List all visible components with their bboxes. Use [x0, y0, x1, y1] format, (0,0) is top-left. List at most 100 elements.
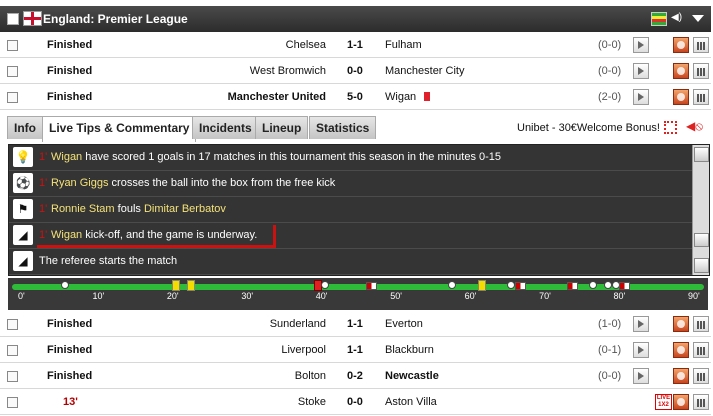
commentary-fragment: The referee starts the match	[39, 255, 178, 267]
match-checkbox[interactable]	[7, 319, 18, 330]
player-name[interactable]: Wigan	[51, 151, 82, 163]
sub-event-icon	[365, 282, 377, 290]
whistle-icon: ◢	[13, 251, 33, 271]
commentary-row: ⚽ 1' Ryan Giggs crosses the ball into the …	[9, 171, 693, 197]
match-row[interactable]: Finished Sunderland 1-1 Everton (1-0)	[0, 311, 711, 337]
tab-live-tips-commentary[interactable]: Live Tips & Commentary	[42, 116, 197, 142]
league-title: England: Premier League	[43, 12, 188, 26]
live-tv-icon[interactable]	[673, 37, 689, 53]
play-button-icon[interactable]	[633, 342, 649, 358]
goal-event-icon	[447, 281, 456, 289]
match-row[interactable]: Finished Bolton 0-2 Newcastle (0-0)	[0, 363, 711, 389]
away-team-name: Newcastle	[385, 370, 439, 382]
timeline-tick: 50'	[390, 291, 402, 301]
match-checkbox[interactable]	[7, 397, 18, 408]
timeline-tick: 60'	[464, 291, 477, 301]
live-tv-icon[interactable]	[673, 63, 689, 79]
home-team[interactable]: Sunderland	[270, 318, 326, 330]
live-odds-icon[interactable]: LIVE 1X2	[655, 394, 672, 410]
scroll-up-icon[interactable]	[694, 147, 709, 162]
live-tv-icon[interactable]	[673, 394, 689, 410]
match-checkbox[interactable]	[7, 371, 18, 382]
commentary-scrollbar[interactable]	[692, 145, 709, 275]
timeline-tick: 0'	[18, 291, 25, 301]
home-team[interactable]: Liverpool	[281, 344, 326, 356]
standings-icon[interactable]	[651, 12, 667, 26]
stats-icon[interactable]	[693, 89, 709, 105]
collapse-arrow-icon[interactable]	[692, 15, 704, 22]
play-button-icon[interactable]	[633, 89, 649, 105]
player-name[interactable]: Ryan Giggs	[51, 177, 108, 189]
play-button-icon[interactable]	[633, 63, 649, 79]
stats-icon[interactable]	[693, 342, 709, 358]
expand-icon[interactable]	[664, 121, 677, 134]
match-score: 5-0	[347, 91, 363, 103]
play-button-icon[interactable]	[633, 368, 649, 384]
away-team[interactable]: Aston Villa	[385, 396, 437, 408]
halftime-score: (0-0)	[598, 39, 622, 51]
commentary-minute: 1'	[39, 203, 48, 215]
match-row[interactable]: Finished Manchester United 5-0 Wigan (2-0)	[0, 84, 711, 110]
player-name[interactable]: Dimitar Berbatov	[144, 203, 226, 215]
stats-icon[interactable]	[693, 37, 709, 53]
england-flag-icon	[23, 11, 42, 26]
timeline-tick: 90'	[688, 291, 700, 301]
away-team[interactable]: Newcastle	[385, 370, 439, 382]
tab-info[interactable]: Info	[7, 116, 43, 139]
match-status: Finished	[47, 65, 93, 77]
scroll-down-icon[interactable]	[694, 258, 709, 273]
stats-icon[interactable]	[693, 368, 709, 384]
live-tv-icon[interactable]	[673, 368, 689, 384]
sub-event-icon	[566, 282, 578, 290]
away-team[interactable]: Everton	[385, 318, 423, 330]
match-row[interactable]: Finished West Bromwich 0-0 Manchester City (…	[0, 58, 711, 84]
commentary-row: ◢ The referee starts the match	[9, 249, 693, 275]
stats-icon[interactable]	[693, 63, 709, 79]
match-checkbox[interactable]	[7, 345, 18, 356]
commentary-text: Ryan Giggs crosses the ball into the box…	[51, 177, 335, 189]
live-tv-icon[interactable]	[673, 342, 689, 358]
halftime-score: (0-0)	[598, 65, 622, 77]
home-team[interactable]: Chelsea	[286, 39, 326, 51]
match-checkbox[interactable]	[7, 92, 18, 103]
match-checkbox[interactable]	[7, 40, 18, 51]
mute-icon[interactable]: ◀⦸	[686, 119, 703, 134]
home-team[interactable]: Bolton	[295, 370, 326, 382]
stats-icon[interactable]	[693, 394, 709, 410]
sub-event-icon	[619, 282, 630, 290]
live-tv-icon[interactable]	[673, 89, 689, 105]
home-team[interactable]: Manchester United	[228, 91, 326, 103]
play-button-icon[interactable]	[633, 37, 649, 53]
match-row[interactable]: Finished Liverpool 1-1 Blackburn (0-1)	[0, 337, 711, 363]
tab-statistics[interactable]: Statistics	[309, 116, 377, 139]
commentary-fragment: crosses the ball into the box from the f…	[108, 177, 336, 189]
commentary-minute: 1'	[39, 177, 48, 189]
yellow-event-icon	[477, 280, 486, 291]
scroll-thumb[interactable]	[694, 233, 709, 247]
sound-icon[interactable]: ◀)	[671, 12, 685, 24]
play-button-icon[interactable]	[633, 316, 649, 332]
league-checkbox[interactable]	[7, 13, 19, 25]
player-name[interactable]: Ronnie Stam	[51, 203, 115, 215]
away-team[interactable]: Manchester City	[385, 65, 464, 77]
match-row[interactable]: 13' Stoke 0-0 Aston Villa LIVE 1X2	[0, 389, 711, 415]
home-team[interactable]: West Bromwich	[250, 65, 326, 77]
timeline-tick: 10'	[92, 291, 105, 301]
stats-icon[interactable]	[693, 316, 709, 332]
timeline-tick: 20'	[166, 291, 179, 301]
away-team[interactable]: Wigan	[385, 91, 431, 103]
match-row[interactable]: Finished Chelsea 1-1 Fulham (0-0)	[0, 32, 711, 58]
commentary-text: Ronnie Stam fouls Dimitar Berbatov	[51, 203, 226, 215]
away-team[interactable]: Fulham	[385, 39, 422, 51]
live-tv-icon[interactable]	[673, 316, 689, 332]
commentary-row: 💡 1' Wigan have scored 1 goals in 17 match…	[9, 145, 693, 171]
timeline-tick: 40'	[315, 291, 328, 301]
tab-incidents[interactable]: Incidents	[192, 116, 259, 139]
yellow-event-icon	[172, 280, 181, 291]
timeline-tick: 80'	[613, 291, 626, 301]
tab-lineup[interactable]: Lineup	[255, 116, 309, 139]
away-team[interactable]: Blackburn	[385, 344, 434, 356]
bonus-link[interactable]: Unibet - 30€Welcome Bonus!	[517, 122, 660, 134]
home-team[interactable]: Stoke	[298, 396, 326, 408]
match-checkbox[interactable]	[7, 66, 18, 77]
